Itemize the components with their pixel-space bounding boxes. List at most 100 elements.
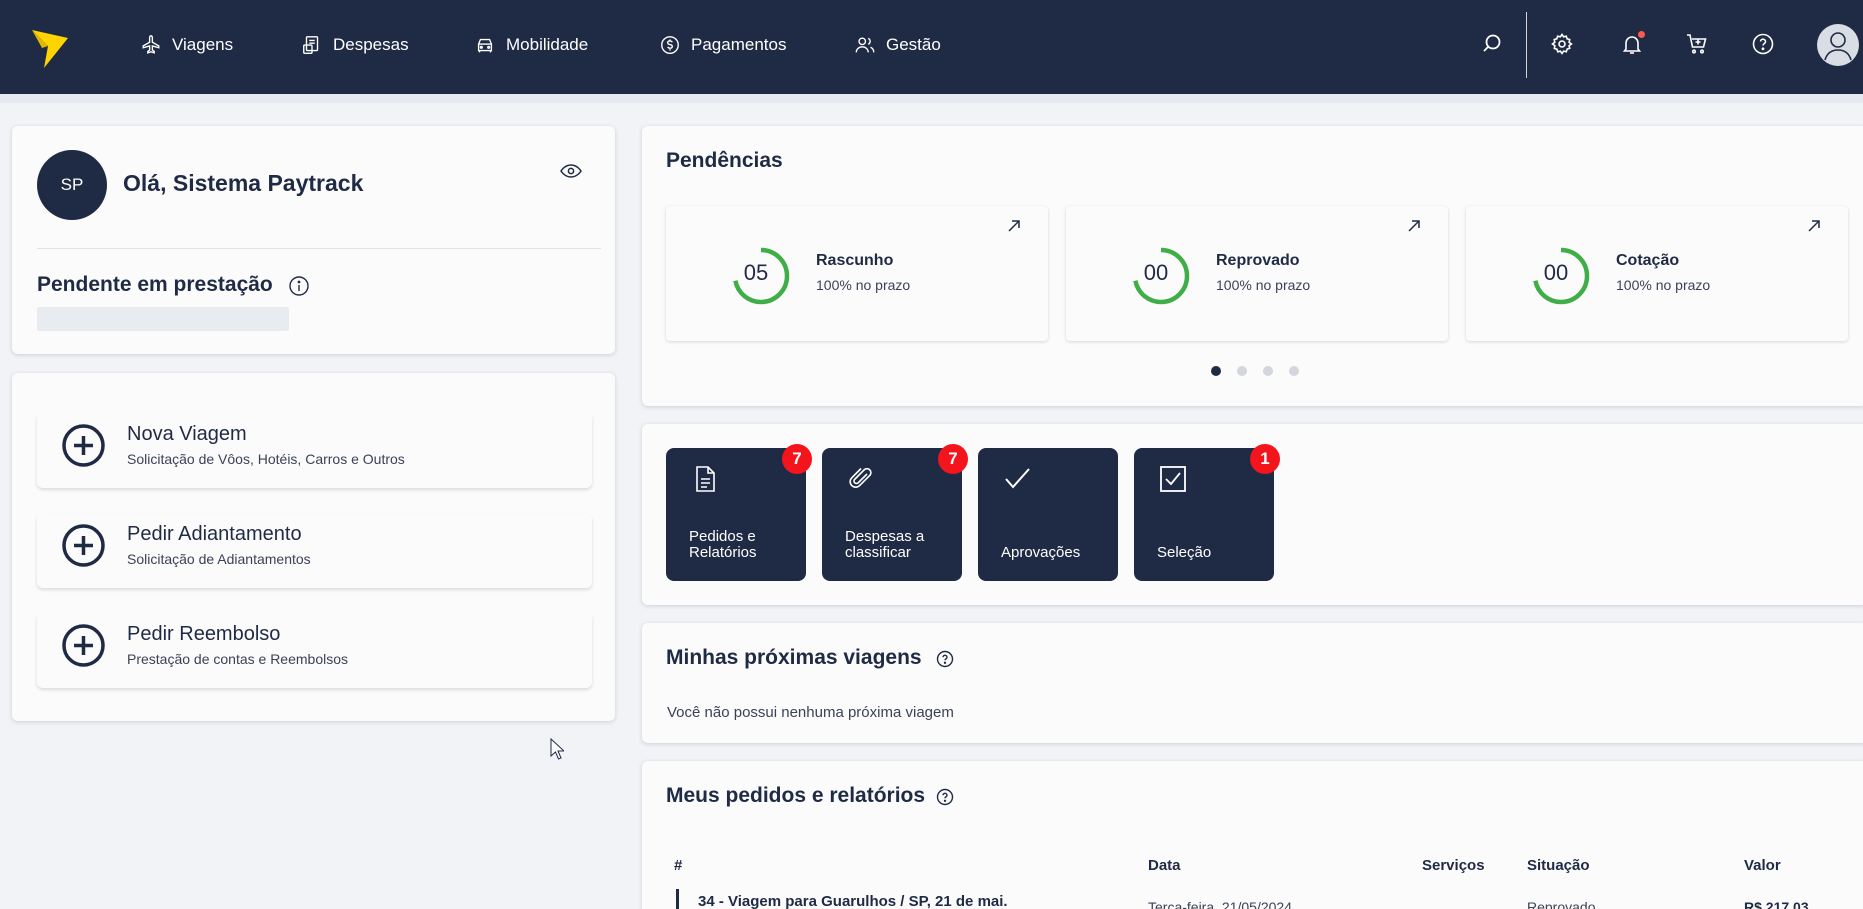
request-advance-button[interactable]: Pedir Adiantamento Solicitação de Adiant… xyxy=(37,513,592,588)
row-indicator xyxy=(676,889,679,909)
order-status: Reprovado xyxy=(1527,899,1596,909)
external-arrow-icon[interactable] xyxy=(1406,218,1422,234)
orders-card: Meus pedidos e relatórios # Data Serviço… xyxy=(642,761,1863,909)
navbar-underline xyxy=(0,94,1863,103)
profile-divider xyxy=(37,248,601,249)
tile-badge: 7 xyxy=(782,444,812,474)
col-header-servicos: Serviços xyxy=(1422,857,1485,874)
nav-mobilidade-label: Mobilidade xyxy=(506,35,589,54)
nav-despesas-label: Despesas xyxy=(333,35,409,54)
check-icon xyxy=(1005,468,1030,489)
external-arrow-icon[interactable] xyxy=(1806,218,1822,234)
user-avatar-button[interactable] xyxy=(1817,24,1859,66)
tile-badge: 1 xyxy=(1250,444,1280,474)
search-button[interactable] xyxy=(1478,30,1506,58)
document-icon xyxy=(696,466,715,492)
help-circle-icon[interactable] xyxy=(936,650,954,668)
no-trips-message: Você não possui nenhuma próxima viagem xyxy=(667,704,954,721)
col-header-id: # xyxy=(674,857,683,874)
nav-viagens-label: Viagens xyxy=(172,35,234,54)
request-reimbursement-button[interactable]: Pedir Reembolso Prestação de contas e Re… xyxy=(37,613,592,688)
tile-pedidos-relatorios[interactable]: Pedidos e Relatórios 7 xyxy=(666,444,812,581)
pending-title: Pendente em prestação xyxy=(37,273,273,296)
action-title: Pedir Reembolso xyxy=(127,623,281,645)
pendencia-card-rascunho[interactable]: 05 Rascunho 100% no prazo xyxy=(666,206,1048,341)
help-button[interactable] xyxy=(1749,30,1777,58)
nav-viagens[interactable]: Viagens xyxy=(140,30,233,60)
paytrack-logo[interactable] xyxy=(30,20,70,70)
shortcuts-card: Pedidos e Relatórios 7 Despesas a classi… xyxy=(642,424,1863,605)
order-title[interactable]: 34 - Viagem para Guarulhos / SP, 21 de m… xyxy=(698,893,1008,909)
action-title: Pedir Adiantamento xyxy=(127,523,302,545)
pendencia-subtext: 100% no prazo xyxy=(1616,277,1711,293)
pending-value-placeholder xyxy=(37,307,289,331)
pendencia-label: Cotação xyxy=(1616,252,1680,269)
paperclip-icon xyxy=(849,467,872,488)
profile-card: SP Olá, Sistema Paytrack Pendente em pre… xyxy=(12,126,615,354)
nav-pagamentos-label: Pagamentos xyxy=(691,35,787,54)
tile-selecao[interactable]: Seleção 1 xyxy=(1134,444,1280,581)
orders-title: Meus pedidos e relatórios xyxy=(666,784,926,807)
greeting-title: Olá, Sistema Paytrack xyxy=(123,170,364,196)
tile-aprovacoes[interactable]: Aprovações xyxy=(978,448,1118,581)
pendencia-subtext: 100% no prazo xyxy=(816,277,911,293)
nav-mobilidade[interactable]: Mobilidade xyxy=(474,30,588,60)
settings-button[interactable] xyxy=(1548,30,1576,58)
pendencia-card-reprovado[interactable]: 00 Reprovado 100% no prazo xyxy=(1066,206,1448,341)
notification-dot xyxy=(1638,31,1645,38)
external-arrow-icon[interactable] xyxy=(1006,218,1022,234)
cart-icon xyxy=(1687,34,1707,54)
order-date: Terça-feira, 21/05/2024 xyxy=(1148,899,1292,909)
cart-button[interactable] xyxy=(1683,30,1711,58)
col-header-situacao: Situação xyxy=(1527,857,1590,874)
search-icon xyxy=(1483,34,1501,52)
action-title: Nova Viagem xyxy=(127,423,247,445)
gear-icon xyxy=(1551,33,1573,55)
next-trips-title: Minhas próximas viagens xyxy=(666,646,922,669)
next-trips-card: Minhas próximas viagens Você não possui … xyxy=(642,623,1863,743)
tile-despesas-classificar[interactable]: Despesas a classificar 7 xyxy=(822,444,968,581)
action-subtitle: Prestação de contas e Reembolsos xyxy=(127,651,349,667)
carousel-dot-3[interactable] xyxy=(1263,366,1273,376)
user-avatar-icon xyxy=(1824,32,1852,61)
pendencia-count: 00 xyxy=(1143,260,1169,285)
info-icon[interactable] xyxy=(288,275,310,297)
pendencia-label: Rascunho xyxy=(816,252,894,269)
receipt-icon xyxy=(303,36,319,54)
mouse-cursor-icon xyxy=(550,738,564,760)
action-subtitle: Solicitação de Vôos, Hotéis, Carros e Ou… xyxy=(127,451,405,467)
col-header-valor: Valor xyxy=(1744,857,1781,874)
pendencia-label: Reprovado xyxy=(1216,252,1300,269)
tile-label: Aprovações xyxy=(1001,544,1081,561)
navbar-divider xyxy=(1526,12,1527,78)
new-trip-button[interactable]: Nova Viagem Solicitação de Vôos, Hotéis,… xyxy=(37,413,592,488)
avatar: SP xyxy=(37,150,107,220)
carousel-dot-4[interactable] xyxy=(1289,366,1299,376)
nav-gestao-label: Gestão xyxy=(886,35,941,54)
pendencia-subtext: 100% no prazo xyxy=(1216,277,1311,293)
order-value: R$ 217,03 xyxy=(1744,899,1809,909)
notifications-button[interactable] xyxy=(1618,30,1646,58)
dollar-icon xyxy=(661,36,679,54)
pendencias-title: Pendências xyxy=(666,149,783,172)
pendencia-count: 05 xyxy=(743,260,769,285)
tile-badge: 7 xyxy=(938,444,968,474)
col-header-data: Data xyxy=(1148,857,1181,874)
help-circle-icon[interactable] xyxy=(936,788,954,806)
carousel-dot-1[interactable] xyxy=(1211,366,1221,376)
car-icon xyxy=(477,38,493,53)
nav-despesas[interactable]: Despesas xyxy=(301,30,409,60)
eye-icon[interactable] xyxy=(559,159,583,183)
nav-pagamentos[interactable]: Pagamentos xyxy=(659,30,786,60)
users-icon xyxy=(855,37,875,53)
tile-label: Despesas a classificar xyxy=(845,528,925,561)
top-navbar: Viagens Despesas Mobilidade Pagamentos G… xyxy=(0,0,1863,94)
pendencia-count: 00 xyxy=(1543,260,1569,285)
plus-circle-icon xyxy=(62,524,105,567)
plus-circle-icon xyxy=(62,624,105,667)
plane-icon xyxy=(142,35,160,54)
pendencia-card-cotacao[interactable]: 00 Cotação 100% no prazo xyxy=(1466,206,1848,341)
quick-actions-card: Nova Viagem Solicitação de Vôos, Hotéis,… xyxy=(12,373,615,721)
carousel-dot-2[interactable] xyxy=(1237,366,1247,376)
nav-gestao[interactable]: Gestão xyxy=(854,30,941,60)
